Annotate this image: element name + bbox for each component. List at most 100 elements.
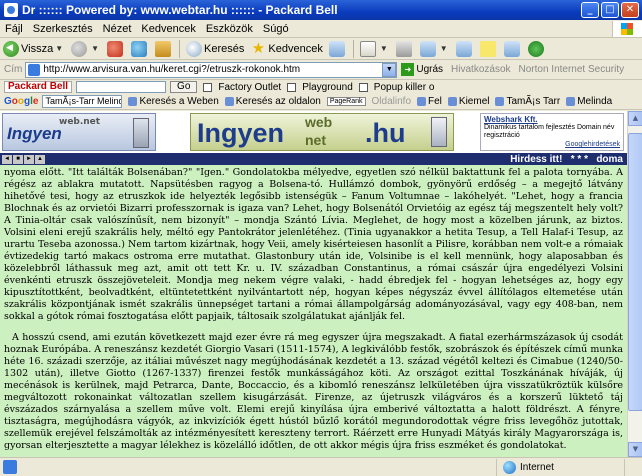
scroll-up-button[interactable]: ▲ (628, 111, 642, 126)
scroll-down-button[interactable]: ▼ (628, 442, 642, 457)
stop-button[interactable] (104, 39, 128, 59)
address-input[interactable]: http://www.arvisura.van.hu/keret.cgi?/et… (25, 61, 398, 78)
google-toolbar: Google TamÃ¡s-Tarr Melinda Keresés a Web… (0, 94, 642, 110)
packard-bell-logo[interactable]: Packard Bell (4, 81, 73, 93)
address-bar: Cím http://www.arvisura.van.hu/keret.cgi… (0, 60, 642, 80)
ticker-text[interactable]: Hirdess itt! * * * doma (510, 154, 623, 165)
links-button[interactable]: Hivatkozások (451, 64, 510, 75)
menu-view[interactable]: Nézet (98, 23, 137, 35)
windows-logo-icon (612, 20, 642, 37)
search-term-button[interactable]: TamÃ¡s Tarr (495, 96, 560, 107)
factory-outlet-link[interactable]: Factory Outlet (218, 82, 281, 93)
history-button[interactable] (326, 39, 350, 59)
page-content: Ingyen web.net Ingyen web net .hu Websha… (0, 111, 627, 457)
go-arrow-icon: ➜ (401, 63, 415, 76)
ticker-next-button[interactable]: ► (24, 154, 34, 164)
go-button[interactable]: ➜ Ugrás (401, 63, 443, 76)
menu-edit[interactable]: Szerkesztés (28, 23, 98, 35)
maximize-button[interactable]: □ (601, 2, 619, 18)
search-label: Keresés (204, 42, 245, 55)
home-icon (155, 40, 172, 57)
toolbar-separator (179, 39, 181, 58)
ad-ticker-strip: ◄ ■ ► ▲ Hirdess itt! * * * doma (0, 153, 627, 165)
research-button[interactable] (501, 39, 525, 59)
back-dropdown-icon[interactable]: ▼ (55, 44, 63, 53)
up-button[interactable]: Fel (417, 96, 442, 107)
address-label: Cím (4, 64, 23, 75)
forward-button[interactable]: ▼ (68, 39, 104, 59)
refresh-button[interactable] (128, 39, 152, 59)
playground-link[interactable]: Playground (302, 82, 353, 93)
back-button[interactable]: Vissza ▼ (0, 39, 68, 59)
popup-killer-checkbox[interactable] (358, 82, 368, 92)
menu-file[interactable]: Fájl (0, 23, 28, 35)
refresh-icon (131, 40, 148, 57)
highlight-button[interactable]: Kiemel (447, 96, 489, 107)
research-icon (503, 40, 520, 57)
print-button[interactable] (393, 39, 417, 59)
term-icon (495, 97, 505, 106)
search-button[interactable]: Keresés (183, 39, 247, 59)
address-url[interactable]: http://www.arvisura.van.hu/keret.cgi?/et… (43, 64, 382, 75)
ticker-up-button[interactable]: ▲ (35, 154, 45, 164)
search-term-button[interactable]: Melinda (566, 96, 612, 107)
minimize-button[interactable]: _ (581, 2, 599, 18)
discuss-button[interactable] (453, 39, 477, 59)
close-button[interactable]: ✕ (621, 2, 639, 18)
ie-app-icon[interactable] (4, 3, 18, 17)
search-icon (186, 40, 203, 57)
google-search-input[interactable]: TamÃ¡s-Tarr Melinda (42, 95, 123, 108)
packard-bell-search-input[interactable] (76, 81, 167, 93)
google-ads-link[interactable]: Googlehirdetések (565, 141, 620, 149)
discuss-icon (455, 40, 472, 57)
resize-grip[interactable] (624, 458, 642, 476)
star-icon: ★ (251, 39, 266, 57)
favorites-label: Kedvencek (268, 42, 323, 55)
zone-label: Internet (520, 461, 554, 473)
search-web-button[interactable]: Keresés a Weben (128, 96, 219, 107)
ingyenweb-banner-small[interactable]: Ingyen web.net (2, 113, 156, 151)
edit-button[interactable]: ▼ (417, 39, 453, 59)
term-icon (566, 97, 576, 106)
search-site-icon (224, 97, 234, 106)
factory-outlet-checkbox[interactable] (203, 82, 213, 92)
back-arrow-icon (3, 40, 19, 57)
packard-bell-go-button[interactable]: Go (170, 81, 198, 93)
ticker-prev-button[interactable]: ◄ (2, 154, 12, 164)
menu-tools[interactable]: Eszközök (201, 23, 258, 35)
ad-company-link[interactable]: Webshark Kft. (484, 116, 620, 124)
menu-favorites[interactable]: Kedvencek (136, 23, 200, 35)
messenger-button[interactable] (525, 39, 549, 59)
highlight-icon (447, 97, 457, 106)
google-logo[interactable]: Google (4, 96, 38, 107)
favorites-button[interactable]: ★ Kedvencek (247, 39, 325, 59)
ad-banner: Ingyen web.net Ingyen web net .hu Websha… (0, 111, 627, 153)
article-body: nyoma előtt. "Itt találták Bolsenában?" … (0, 165, 627, 457)
google-ad-box[interactable]: Webshark Kft. Dinamikus tartalom fejlesz… (480, 113, 624, 151)
playground-checkbox[interactable] (287, 82, 297, 92)
note-button[interactable] (477, 39, 501, 59)
title-bar: Dr :::::: Powered by: www.webtar.hu ::::… (0, 0, 642, 20)
note-icon (479, 40, 496, 57)
home-button[interactable] (152, 39, 176, 59)
article-paragraph: A hosszú csend, ami ezután következett m… (4, 332, 623, 451)
ingyenweb-banner-large[interactable]: Ingyen web net .hu (190, 113, 454, 151)
vertical-scrollbar[interactable]: ▲ ▼ (627, 111, 642, 457)
forward-dropdown-icon[interactable]: ▼ (91, 44, 99, 53)
search-site-button[interactable]: Keresés az oldalon (224, 96, 321, 107)
page-info-button[interactable]: Oldalinfo (372, 96, 411, 107)
stop-icon (107, 40, 124, 57)
banner-large-hu: .hu (365, 118, 406, 148)
norton-button[interactable]: Norton Internet Security (519, 64, 625, 75)
menu-help[interactable]: Súgó (258, 23, 294, 35)
menu-bar: Fájl Szerkesztés Nézet Kedvencek Eszközö… (0, 20, 642, 38)
scroll-thumb[interactable] (628, 133, 642, 411)
edit-dropdown-icon[interactable]: ▼ (440, 44, 448, 53)
security-zone: Internet (496, 458, 624, 476)
ticker-stop-button[interactable]: ■ (13, 154, 23, 164)
address-dropdown-icon[interactable]: ▼ (382, 62, 397, 77)
popup-killer-link[interactable]: Popup killer o (374, 82, 435, 93)
back-label: Vissza (21, 42, 54, 55)
mail-button[interactable]: ▼ (357, 39, 393, 59)
mail-dropdown-icon[interactable]: ▼ (380, 44, 388, 53)
